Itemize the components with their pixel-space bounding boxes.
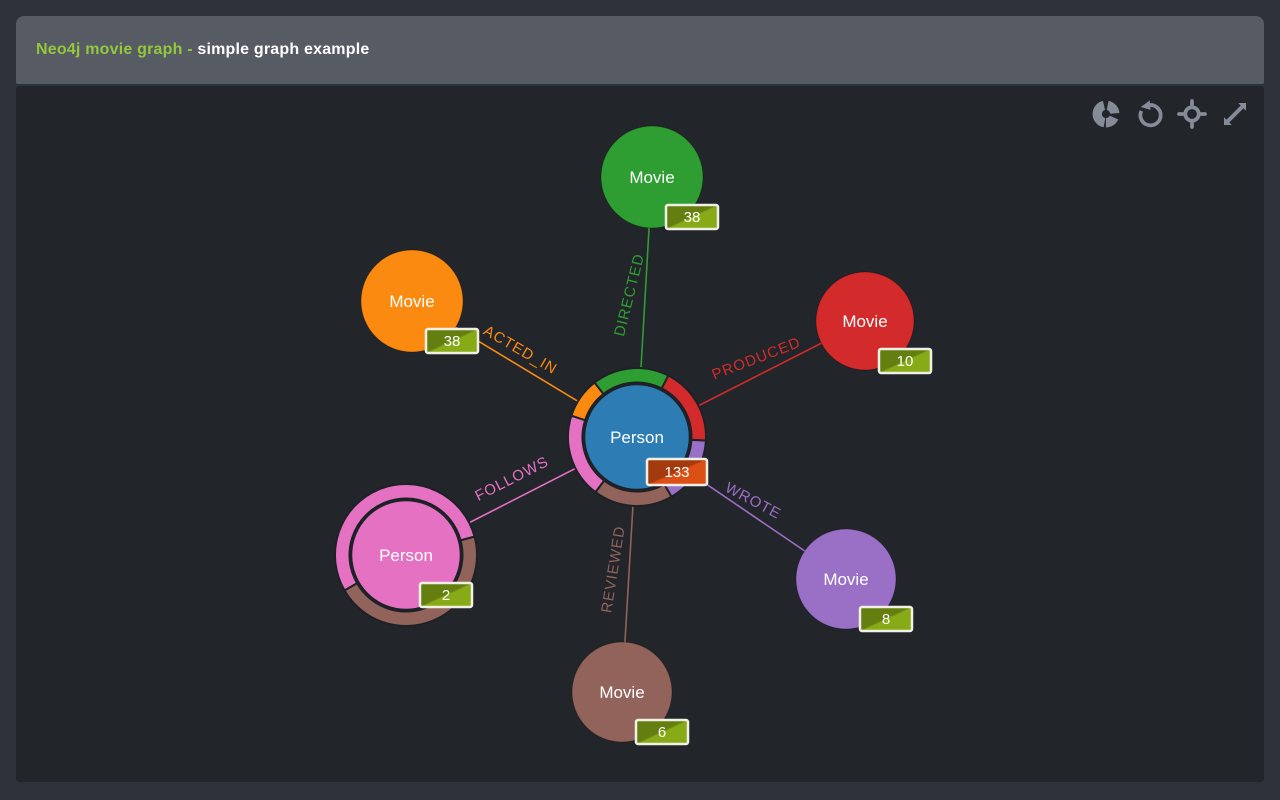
count-badge-value: 38 xyxy=(444,333,461,350)
node-label: Person xyxy=(379,546,433,565)
count-badge-movie-directed: 38 xyxy=(666,205,718,229)
graph-toolbar xyxy=(1091,99,1250,129)
rotate-ccw-icon xyxy=(1134,99,1164,129)
count-badge-value: 133 xyxy=(664,464,689,481)
node-label: Movie xyxy=(629,168,674,187)
count-badge-person-follows: 2 xyxy=(420,583,472,607)
node-label: Movie xyxy=(389,292,434,311)
edge-label-follows: FOLLOWS xyxy=(472,453,551,505)
node-label: Movie xyxy=(599,683,644,702)
node-label: Movie xyxy=(842,312,887,331)
count-badge-person: 133 xyxy=(647,459,707,485)
fullscreen-button[interactable] xyxy=(1220,99,1250,129)
count-badge-value: 10 xyxy=(897,353,914,370)
pie-chart-icon xyxy=(1091,99,1121,129)
expand-icon xyxy=(1220,99,1250,129)
count-badge-value: 6 xyxy=(658,724,666,741)
count-badge-value: 38 xyxy=(684,209,701,226)
rotate-button[interactable] xyxy=(1134,99,1164,129)
count-badge-movie-produced: 10 xyxy=(879,349,931,373)
edge-label-directed: DIRECTED xyxy=(611,252,648,338)
node-label: Movie xyxy=(823,570,868,589)
node-label: Person xyxy=(610,428,664,447)
count-badge-movie-reviewed: 6 xyxy=(636,720,688,744)
center-view-button[interactable] xyxy=(1177,99,1207,129)
pie-chart-button[interactable] xyxy=(1091,99,1121,129)
count-badge-movie-acted-in: 38 xyxy=(426,329,478,353)
edge-label-reviewed: REVIEWED xyxy=(598,525,629,615)
count-badge-value: 2 xyxy=(442,587,450,604)
count-badge-value: 8 xyxy=(882,611,890,628)
graph-visualization: DIRECTEDACTED_INPRODUCEDWROTEFOLLOWSREVI… xyxy=(0,0,1280,800)
count-badge-movie-wrote: 8 xyxy=(860,607,912,631)
crosshair-icon xyxy=(1177,99,1207,129)
